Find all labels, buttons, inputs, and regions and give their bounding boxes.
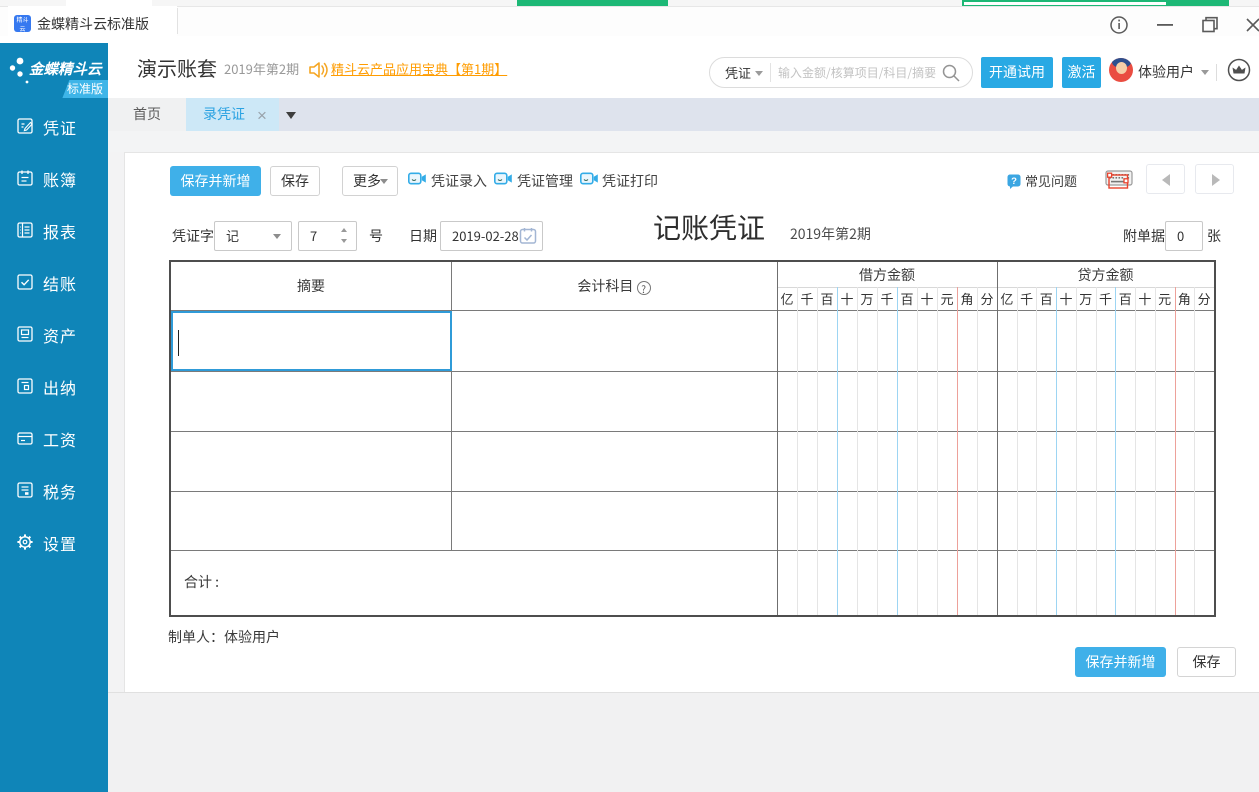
svg-text:?: ? xyxy=(1011,176,1017,187)
